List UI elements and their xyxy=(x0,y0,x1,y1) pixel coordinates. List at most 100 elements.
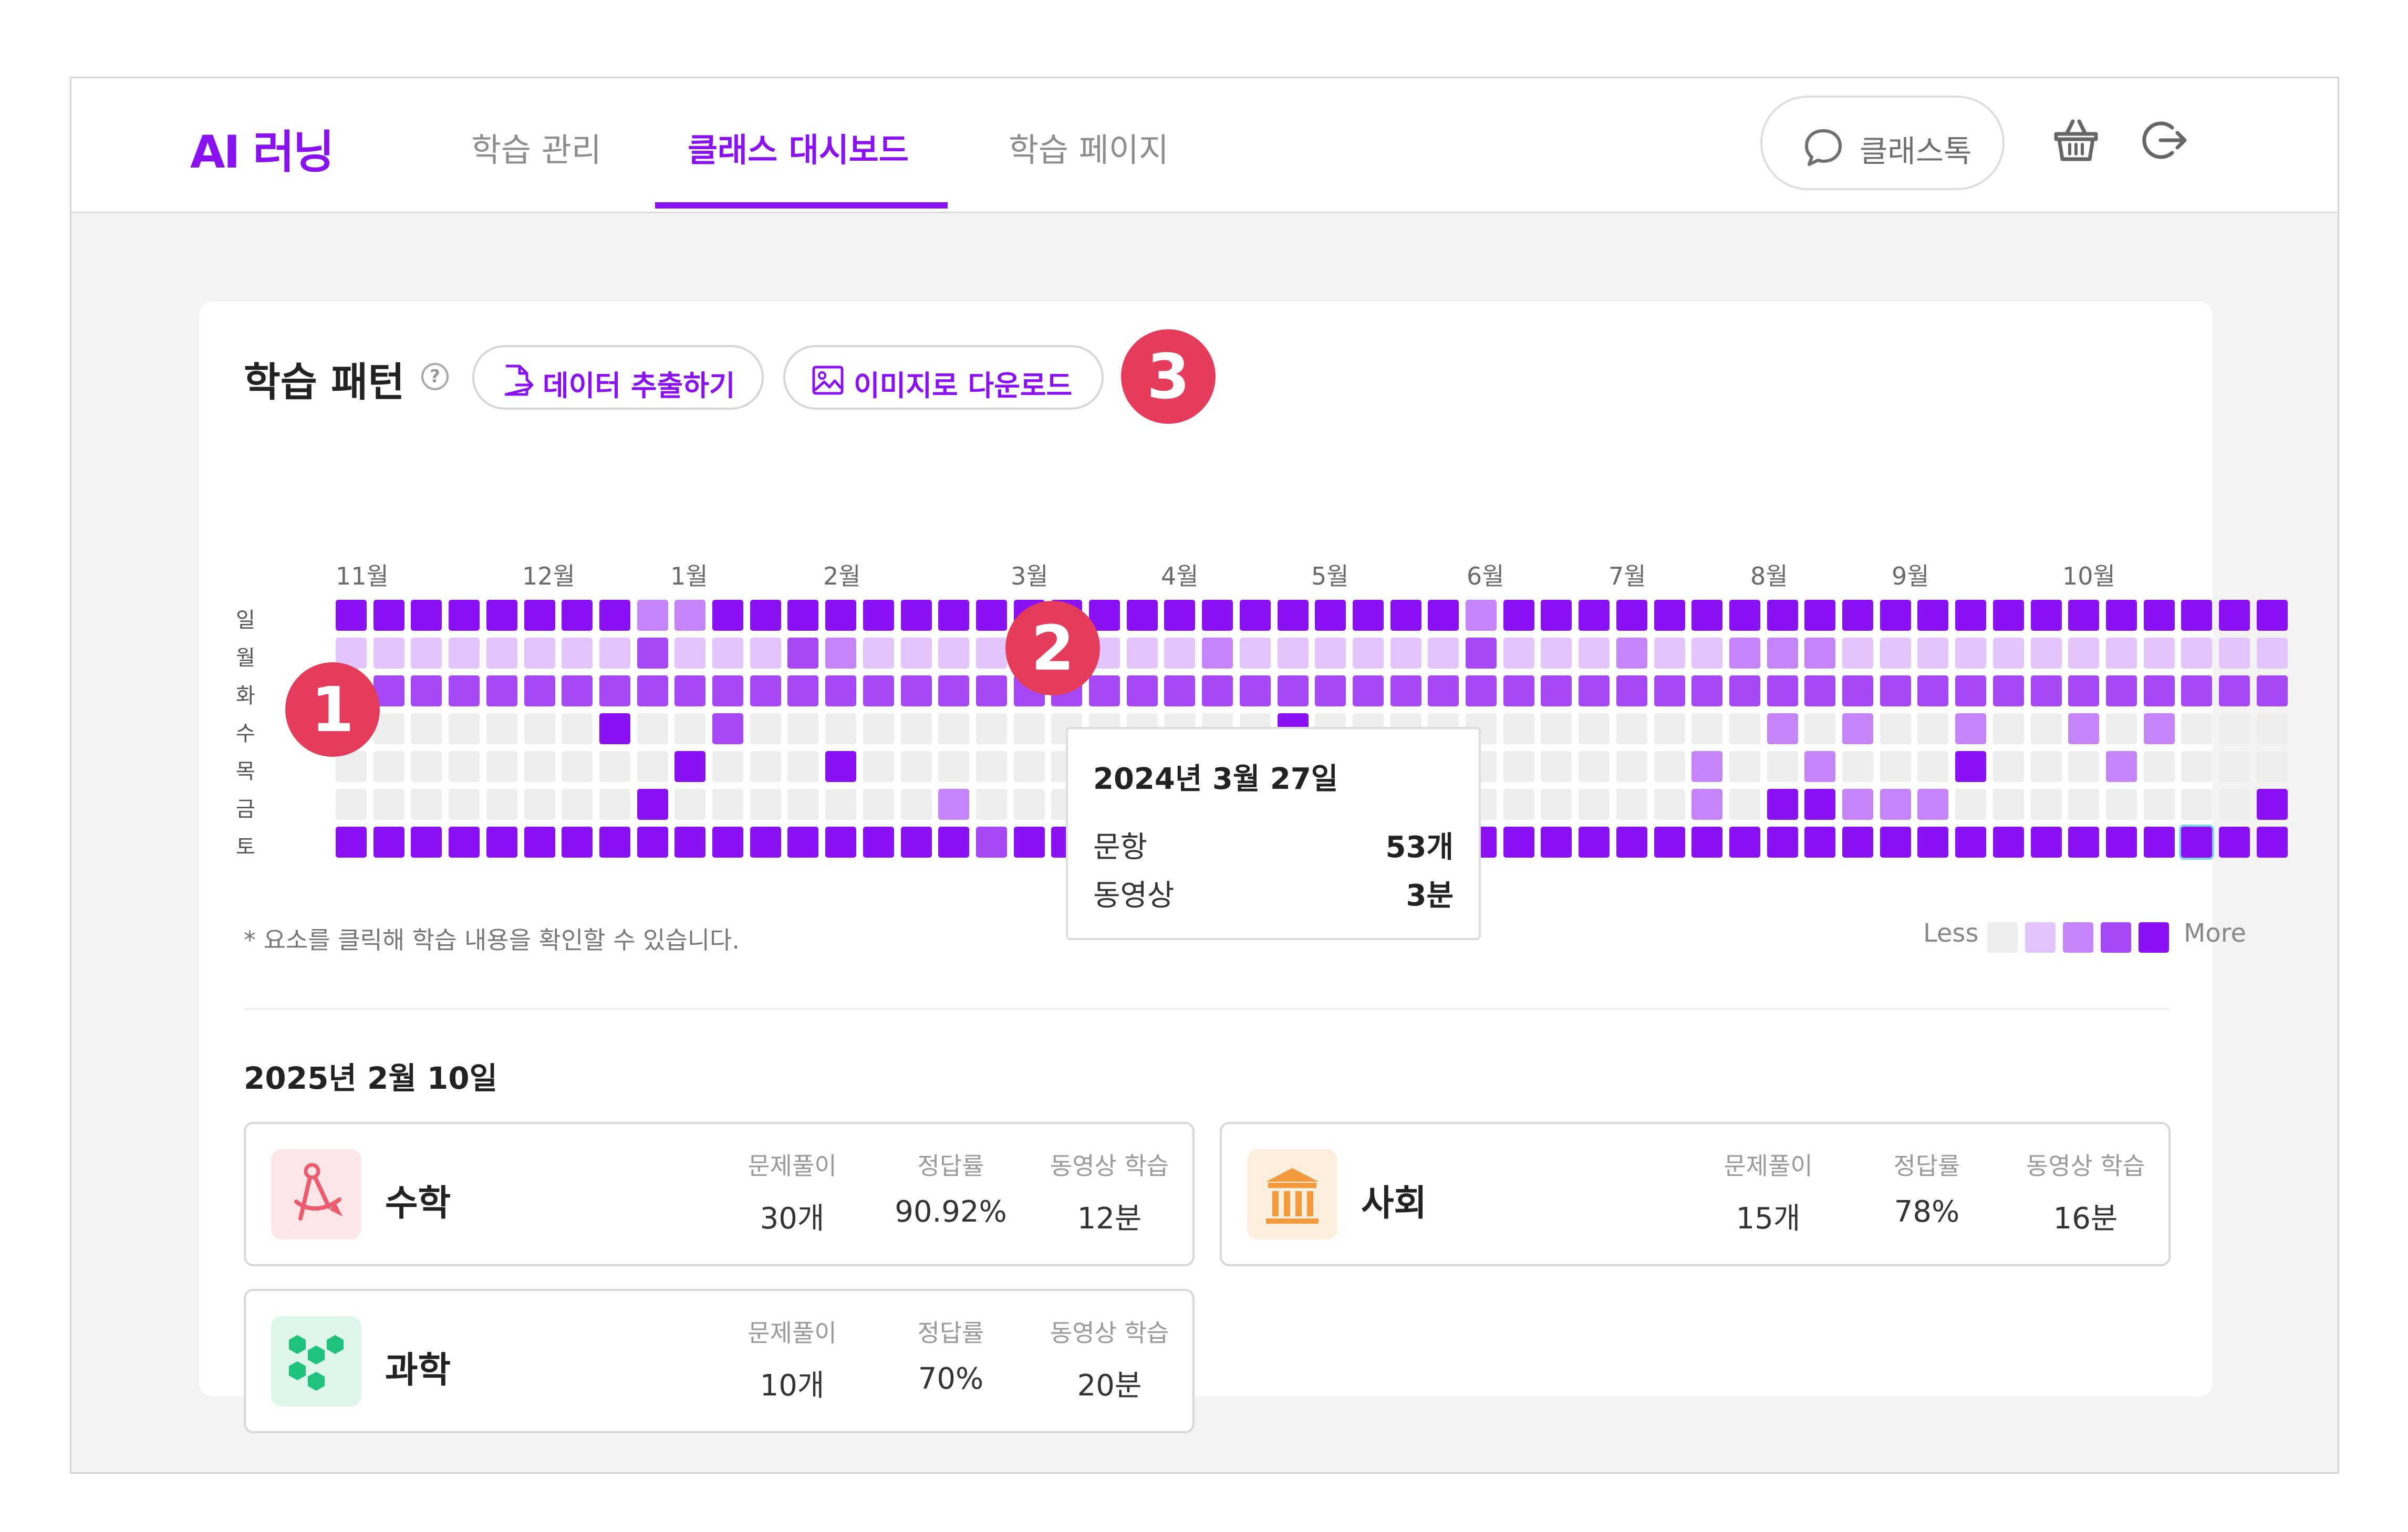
heatmap-cell[interactable] xyxy=(1014,789,1045,820)
heatmap-cell[interactable] xyxy=(1842,789,1873,820)
heatmap-cell[interactable] xyxy=(1842,751,1873,782)
heatmap-cell[interactable] xyxy=(1729,827,1760,858)
heatmap-cell[interactable] xyxy=(1842,827,1873,858)
heatmap-cell[interactable] xyxy=(2257,675,2288,706)
heatmap-cell[interactable] xyxy=(562,827,593,858)
heatmap-cell[interactable] xyxy=(1428,675,1459,706)
heatmap-cell[interactable] xyxy=(449,638,480,669)
heatmap-cell[interactable] xyxy=(1579,638,1610,669)
heatmap-cell[interactable] xyxy=(1202,675,1233,706)
heatmap-cell[interactable] xyxy=(2257,789,2288,820)
heatmap-cell[interactable] xyxy=(1917,600,1948,631)
heatmap-cell[interactable] xyxy=(674,751,705,782)
heatmap-cell[interactable] xyxy=(2181,827,2212,858)
heatmap-cell[interactable] xyxy=(637,675,668,706)
heatmap-cell[interactable] xyxy=(2106,789,2137,820)
heatmap-cell[interactable] xyxy=(1993,675,2024,706)
heatmap-cell[interactable] xyxy=(1390,675,1421,706)
heatmap-cell[interactable] xyxy=(2068,713,2099,744)
heatmap-cell[interactable] xyxy=(1993,638,2024,669)
heatmap-cell[interactable] xyxy=(2219,751,2250,782)
heatmap-cell[interactable] xyxy=(1164,600,1195,631)
heatmap-cell[interactable] xyxy=(637,600,668,631)
heatmap-cell[interactable] xyxy=(1993,789,2024,820)
heatmap-cell[interactable] xyxy=(411,751,442,782)
heatmap-cell[interactable] xyxy=(2068,600,2099,631)
heatmap-cell[interactable] xyxy=(2144,675,2175,706)
heatmap-cell[interactable] xyxy=(1993,600,2024,631)
heatmap-cell[interactable] xyxy=(449,751,480,782)
heatmap-cell[interactable] xyxy=(750,751,781,782)
heatmap-cell[interactable] xyxy=(1315,675,1346,706)
heatmap-cell[interactable] xyxy=(2181,751,2212,782)
heatmap-cell[interactable] xyxy=(373,827,404,858)
heatmap-cell[interactable] xyxy=(1428,600,1459,631)
heatmap-cell[interactable] xyxy=(524,789,555,820)
heatmap-cell[interactable] xyxy=(2144,789,2175,820)
heatmap-cell[interactable] xyxy=(1842,638,1873,669)
heatmap-cell[interactable] xyxy=(1541,675,1572,706)
heatmap-cell[interactable] xyxy=(901,638,932,669)
heatmap-cell[interactable] xyxy=(863,789,894,820)
heatmap-cell[interactable] xyxy=(2219,713,2250,744)
heatmap-cell[interactable] xyxy=(2031,600,2062,631)
heatmap-cell[interactable] xyxy=(2144,600,2175,631)
heatmap-cell[interactable] xyxy=(863,675,894,706)
heatmap-cell[interactable] xyxy=(825,638,856,669)
download-image-button[interactable]: 이미지로 다운로드 xyxy=(783,345,1104,410)
heatmap-cell[interactable] xyxy=(976,600,1007,631)
heatmap-cell[interactable] xyxy=(750,675,781,706)
heatmap-cell[interactable] xyxy=(674,638,705,669)
heatmap-cell[interactable] xyxy=(449,713,480,744)
heatmap-cell[interactable] xyxy=(1691,713,1722,744)
heatmap-cell[interactable] xyxy=(373,789,404,820)
heatmap-cell[interactable] xyxy=(562,713,593,744)
heatmap-cell[interactable] xyxy=(524,638,555,669)
heatmap-cell[interactable] xyxy=(1240,675,1271,706)
app-logo[interactable]: AI 러닝 xyxy=(190,115,335,181)
heatmap-cell[interactable] xyxy=(1729,751,1760,782)
heatmap-cell[interactable] xyxy=(1579,600,1610,631)
heatmap-cell[interactable] xyxy=(2181,713,2212,744)
heatmap-cell[interactable] xyxy=(976,751,1007,782)
heatmap-cell[interactable] xyxy=(1729,789,1760,820)
heatmap-cell[interactable] xyxy=(1767,789,1798,820)
heatmap-cell[interactable] xyxy=(1691,675,1722,706)
heatmap-cell[interactable] xyxy=(825,675,856,706)
heatmap-cell[interactable] xyxy=(712,751,743,782)
heatmap-cell[interactable] xyxy=(524,675,555,706)
heatmap-cell[interactable] xyxy=(1691,751,1722,782)
heatmap-cell[interactable] xyxy=(2257,638,2288,669)
heatmap-cell[interactable] xyxy=(787,675,818,706)
heatmap-cell[interactable] xyxy=(411,789,442,820)
heatmap-cell[interactable] xyxy=(712,789,743,820)
heatmap-cell[interactable] xyxy=(1579,789,1610,820)
heatmap-cell[interactable] xyxy=(712,713,743,744)
heatmap-cell[interactable] xyxy=(486,751,517,782)
heatmap-cell[interactable] xyxy=(1278,638,1309,669)
heatmap-cell[interactable] xyxy=(1691,638,1722,669)
heatmap-cell[interactable] xyxy=(1804,675,1835,706)
heatmap-cell[interactable] xyxy=(674,713,705,744)
heatmap-cell[interactable] xyxy=(2181,789,2212,820)
heatmap-cell[interactable] xyxy=(2144,638,2175,669)
heatmap-cell[interactable] xyxy=(1917,713,1948,744)
heatmap-cell[interactable] xyxy=(2144,713,2175,744)
heatmap-cell[interactable] xyxy=(674,675,705,706)
heatmap-cell[interactable] xyxy=(1767,751,1798,782)
heatmap-cell[interactable] xyxy=(2219,638,2250,669)
heatmap-cell[interactable] xyxy=(599,751,630,782)
heatmap-cell[interactable] xyxy=(2106,713,2137,744)
heatmap-cell[interactable] xyxy=(1842,675,1873,706)
heatmap-cell[interactable] xyxy=(901,827,932,858)
heatmap-cell[interactable] xyxy=(449,600,480,631)
heatmap-cell[interactable] xyxy=(1466,675,1497,706)
heatmap-cell[interactable] xyxy=(1616,675,1647,706)
heatmap-cell[interactable] xyxy=(1804,600,1835,631)
heatmap-cell[interactable] xyxy=(2257,600,2288,631)
heatmap-cell[interactable] xyxy=(599,638,630,669)
heatmap-cell[interactable] xyxy=(1466,600,1497,631)
heatmap-cell[interactable] xyxy=(336,600,367,631)
heatmap-cell[interactable] xyxy=(637,789,668,820)
heatmap-cell[interactable] xyxy=(2106,827,2137,858)
